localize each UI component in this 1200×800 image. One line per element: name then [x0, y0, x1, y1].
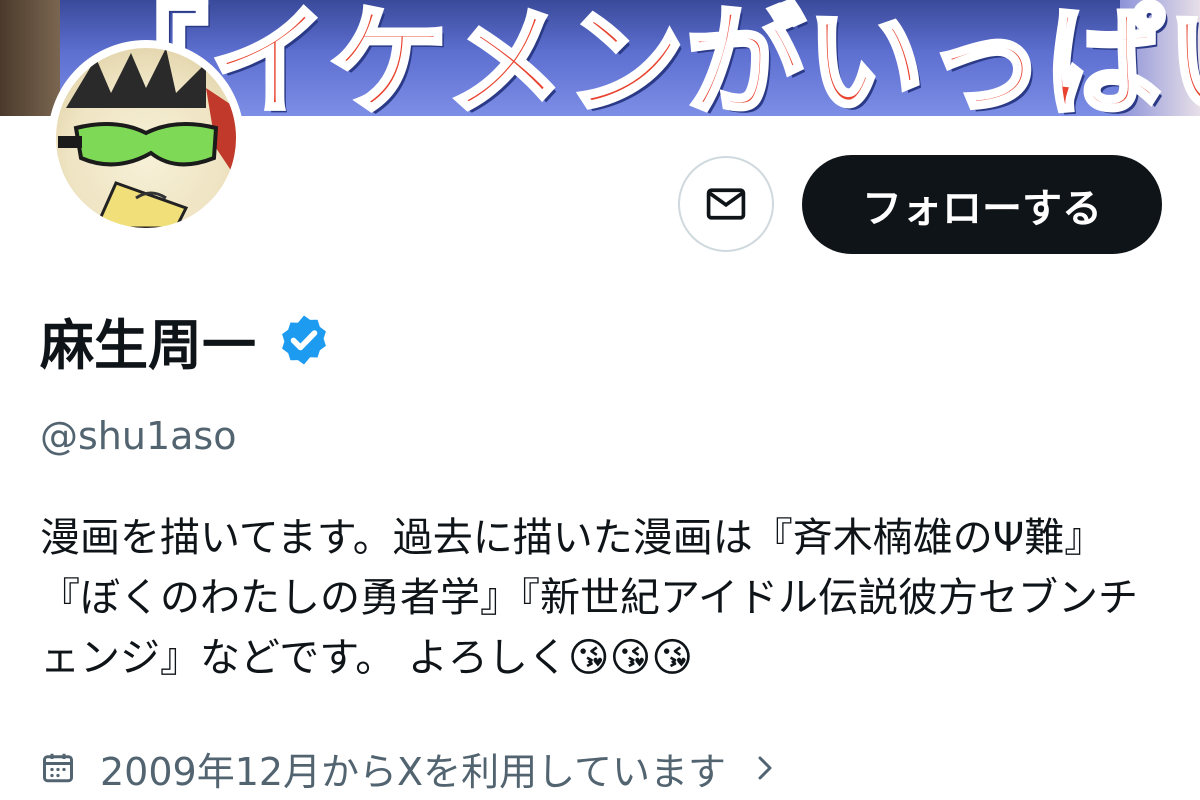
envelope-icon: [706, 188, 746, 220]
handle: @shu1aso: [40, 414, 237, 458]
avatar[interactable]: [48, 40, 244, 236]
joined-date-text: 2009年12月からXを利用しています: [100, 749, 726, 794]
avatar-image: [56, 48, 236, 228]
follow-button[interactable]: フォローする: [802, 155, 1162, 254]
joined-date-row[interactable]: 2009年12月からXを利用しています: [40, 738, 780, 798]
calendar-icon: [43, 753, 73, 783]
verified-badge-icon[interactable]: [276, 312, 332, 368]
bio: 漫画を描いてます。過去に描いた漫画は『斉木楠雄のΨ難』『ぼくのわたしの勇者学』『…: [40, 515, 1138, 681]
name-row: 麻生周一: [40, 300, 332, 380]
banner-text: 『イケメンがいっぱい』: [87, 0, 1200, 116]
message-button[interactable]: [678, 156, 774, 252]
chevron-right-icon: [758, 756, 772, 780]
display-name: 麻生周一: [40, 313, 256, 377]
